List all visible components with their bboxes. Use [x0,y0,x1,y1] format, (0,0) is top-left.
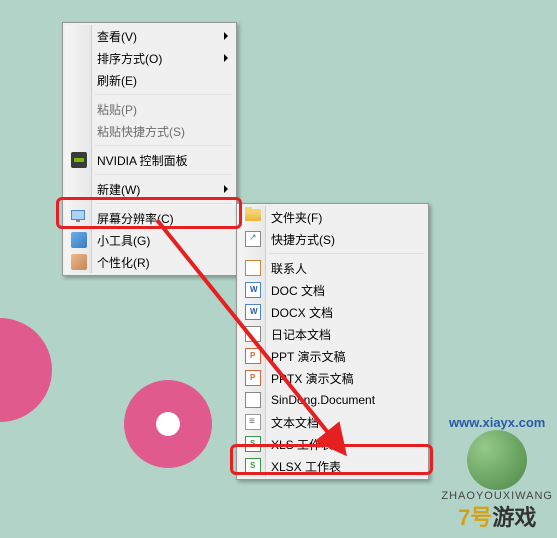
new-submenu-item[interactable]: 快捷方式(S) [239,228,426,250]
new-submenu-item[interactable]: XLSX 工作表 [239,455,426,477]
docx-icon [245,304,261,320]
xls-icon [245,436,261,452]
menu-separator [95,145,232,146]
monitor-icon [71,210,85,220]
ppt-icon [245,348,261,364]
menu-item-label: 小工具(G) [97,232,150,249]
desktop-menu-item[interactable]: 查看(V) [65,25,234,47]
watermark-globe-icon [467,430,527,490]
menu-item-label: DOC 文档 [271,282,325,299]
desktop-menu-item[interactable]: 排序方式(O) [65,47,234,69]
watermark-brand: 7号游戏 [441,500,553,532]
menu-item-label: 文件夹(F) [271,209,322,226]
menu-item-label: XLSX 工作表 [271,458,341,475]
menu-item-label: PPT 演示文稿 [271,348,345,365]
nvidia-icon [71,152,87,168]
new-submenu-item[interactable]: SinDong.Document [239,389,426,411]
new-submenu-item[interactable]: 文件夹(F) [239,206,426,228]
menu-item-label: 排序方式(O) [97,50,162,67]
new-submenu-item[interactable]: DOC 文档 [239,279,426,301]
new-submenu-item[interactable]: DOCX 文档 [239,301,426,323]
context-submenu-new: 文件夹(F) 快捷方式(S) 联系人 DOC 文档 DOCX 文档日记本文档 PPT 演示… [236,203,429,480]
menu-separator [95,174,232,175]
pptx-icon [245,370,261,386]
watermark-url: www.xiayx.com [441,415,553,430]
menu-separator [269,253,424,254]
desktop-menu-item[interactable]: NVIDIA 控制面板 [65,149,234,171]
bg-decoration-circle [124,380,212,468]
menu-separator [95,203,232,204]
menu-item-label: 文本文档 [271,414,319,431]
xlsx-icon [245,458,261,474]
menu-item-label: 粘贴快捷方式(S) [97,123,185,140]
context-menu-desktop: 查看(V) 排序方式(O) 刷新(E) 粘贴(P) 粘贴快捷方式(S) NVIDIA 控制… [62,22,237,276]
new-submenu-item[interactable]: 日记本文档 [239,323,426,345]
menu-item-label: XLS 工作表 [271,436,333,453]
menu-item-label: 新建(W) [97,181,140,198]
desktop-menu-item: 粘贴(P) [65,98,234,120]
personalize-icon [71,254,87,270]
folder-icon [245,209,261,221]
new-submenu-item[interactable]: XLS 工作表 [239,433,426,455]
menu-item-label: SinDong.Document [271,393,375,407]
desktop-menu-item: 粘贴快捷方式(S) [65,120,234,142]
doc-icon [245,282,261,298]
desktop-menu-item[interactable]: 小工具(G) [65,229,234,251]
desktop-menu-item[interactable]: 新建(W) [65,178,234,200]
menu-item-label: 个性化(R) [97,254,150,271]
menu-item-label: 屏幕分辨率(C) [97,210,174,227]
new-submenu-item[interactable]: PPT 演示文稿 [239,345,426,367]
desktop-menu-item[interactable]: 屏幕分辨率(C) [65,207,234,229]
submenu-arrow-icon [224,32,228,40]
menu-item-label: 联系人 [271,260,307,277]
submenu-arrow-icon [224,185,228,193]
diary-icon [245,326,261,342]
menu-item-label: DOCX 文档 [271,304,333,321]
menu-item-label: PPTX 演示文稿 [271,370,354,387]
desktop-menu-item[interactable]: 个性化(R) [65,251,234,273]
contact-icon [245,260,261,276]
menu-item-label: 快捷方式(S) [271,231,335,248]
sd-icon [245,392,261,408]
menu-item-label: 日记本文档 [271,326,331,343]
new-submenu-item[interactable]: 联系人 [239,257,426,279]
menu-separator [95,94,232,95]
bg-decoration-left [0,318,52,422]
menu-item-label: NVIDIA 控制面板 [97,152,188,169]
menu-item-label: 粘贴(P) [97,101,137,118]
txt-icon [245,414,261,430]
gadget-icon [71,232,87,248]
menu-item-label: 刷新(E) [97,72,137,89]
new-submenu-item[interactable]: PPTX 演示文稿 [239,367,426,389]
desktop-menu-item[interactable]: 刷新(E) [65,69,234,91]
menu-item-label: 查看(V) [97,28,137,45]
new-submenu-item[interactable]: 文本文档 [239,411,426,433]
shortcut-icon [245,231,261,247]
submenu-arrow-icon [224,54,228,62]
watermark: www.xiayx.com ZHAOYOUXIWANG 7号游戏 [441,415,553,532]
